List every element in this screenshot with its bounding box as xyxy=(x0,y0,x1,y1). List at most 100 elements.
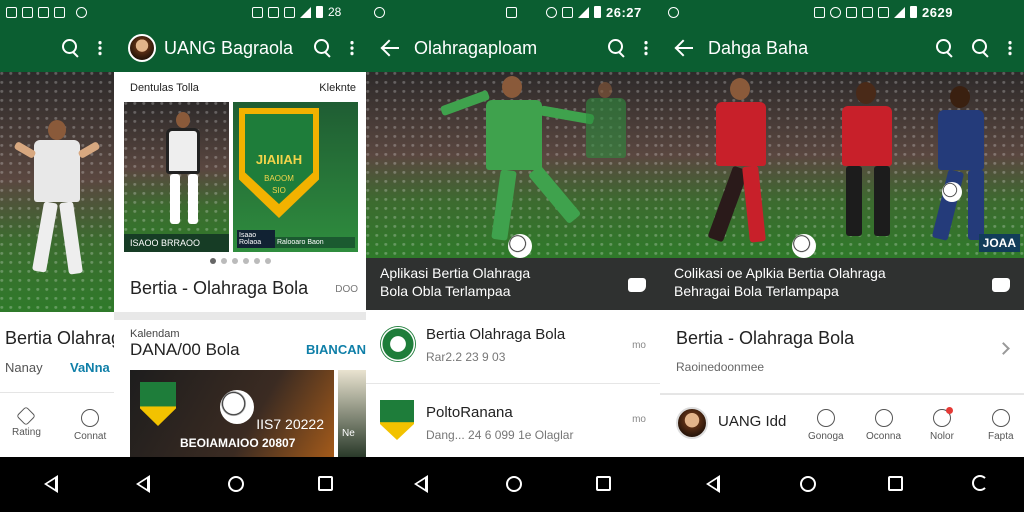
section-card[interactable]: Kalendam DANA/00 Bola BIANCAN IIS7 20222… xyxy=(114,320,366,457)
crest-sub: BAOOM xyxy=(264,174,294,183)
section-kicker: Kalendam xyxy=(130,328,180,340)
divider xyxy=(114,312,366,320)
more-options-icon[interactable] xyxy=(1008,40,1012,56)
nav-oconna[interactable]: Oconna xyxy=(866,409,901,442)
nav-gonoga[interactable]: Gonoga xyxy=(808,409,844,442)
notification-icon xyxy=(54,6,65,18)
app-bar: Dahga Baha xyxy=(660,24,1024,72)
extension-icon[interactable] xyxy=(992,278,1010,292)
more-options-icon[interactable] xyxy=(98,40,102,56)
status-icons-2: 28 xyxy=(252,0,341,24)
recents-icon[interactable] xyxy=(318,476,333,491)
location-icon xyxy=(374,6,385,18)
nav-label: Nolor xyxy=(930,431,954,442)
search-icon[interactable] xyxy=(62,39,80,57)
nav-label: Gonoga xyxy=(808,431,844,442)
back-icon[interactable] xyxy=(44,475,58,493)
home-icon[interactable] xyxy=(506,476,522,492)
more-options-icon[interactable] xyxy=(644,40,648,56)
home-icon[interactable] xyxy=(800,476,816,492)
back-arrow-icon[interactable] xyxy=(382,41,400,55)
extension-icon[interactable] xyxy=(628,278,646,292)
status-icons-5 xyxy=(668,0,679,24)
location-icon xyxy=(668,6,679,18)
nav-fapta[interactable]: Fapta xyxy=(988,409,1014,442)
list-item-subtitle: Dang... 24 6 099 1e Olaglar xyxy=(426,428,574,442)
club-badge-image: JIAIIAH BAOOM SIO Isaao Rolaoa Ralooaro … xyxy=(233,102,358,252)
back-icon[interactable] xyxy=(136,475,150,493)
card-label: Dentulas Tolla xyxy=(130,82,199,94)
nav-label: Fapta xyxy=(988,431,1014,442)
caption-line: Bola Obla Terlampaa xyxy=(380,283,511,299)
notification-icon xyxy=(252,6,263,18)
back-icon[interactable] xyxy=(414,475,428,493)
carousel-dots[interactable] xyxy=(114,258,366,264)
club-crest xyxy=(140,382,176,426)
back-arrow-icon[interactable] xyxy=(676,41,694,55)
profile-name: UANG Idd xyxy=(718,413,787,430)
search-icon[interactable] xyxy=(972,39,990,57)
article-row[interactable]: Bertia - Olahraga Bola Raoinedoonmee xyxy=(660,310,1024,394)
caption-line: Aplikasi Bertia Olahraga xyxy=(380,265,531,281)
wifi-icon xyxy=(830,6,841,18)
app-title: UANG Bagraola xyxy=(164,37,294,58)
notification-icon xyxy=(6,6,17,18)
notification-icon xyxy=(506,6,517,18)
avatar[interactable] xyxy=(676,407,708,439)
back-icon[interactable] xyxy=(706,475,720,493)
hero-image[interactable] xyxy=(366,72,660,258)
article-source-link[interactable]: VaNna xyxy=(70,360,110,375)
chevron-right-icon[interactable] xyxy=(997,342,1010,355)
home-icon[interactable] xyxy=(228,476,244,492)
ball xyxy=(792,234,816,258)
nav-rating[interactable]: Rating xyxy=(12,406,41,438)
hero-image[interactable] xyxy=(0,72,114,312)
hero-caption[interactable]: Colikasi oe Aplkia Bertia Olahraga Behra… xyxy=(660,258,1024,310)
profile-icon xyxy=(991,409,1010,427)
avatar[interactable] xyxy=(128,34,156,62)
rotate-icon[interactable] xyxy=(972,475,988,491)
system-nav-bar xyxy=(0,457,1024,512)
screen-2: UANG Bagraola Dentulas Tolla Kleknte ISA… xyxy=(114,24,366,457)
notification-icon xyxy=(268,6,279,18)
nav-label: Connat xyxy=(74,431,107,442)
status-bar: 28 26:27 2629 xyxy=(0,0,1024,24)
music-icon xyxy=(874,409,893,427)
player-figure xyxy=(810,82,920,252)
article-meta: Nanay xyxy=(5,360,43,375)
search-icon[interactable] xyxy=(608,39,626,57)
notification-icon xyxy=(814,6,825,18)
search-icon[interactable] xyxy=(314,39,332,57)
location-icon xyxy=(76,6,87,18)
wifi-icon xyxy=(546,6,557,18)
section-link[interactable]: BIANCAN xyxy=(306,342,366,357)
signal-icon xyxy=(578,6,589,18)
crest-sub: SIO xyxy=(272,186,286,195)
crest-text: JIAIIAH xyxy=(255,152,303,167)
list-item-subtitle: Rar2.2 23 9 03 xyxy=(426,350,506,364)
search-icon[interactable] xyxy=(936,39,954,57)
hero-image[interactable]: JOAA xyxy=(660,72,1024,258)
screen-4: Dahga Baha JOAA Colikasi oe Aplkia Berti… xyxy=(660,24,1024,457)
player-figure xyxy=(154,112,214,232)
article-card[interactable]: Bertia Olahraga Nanay VaNna xyxy=(0,312,114,392)
player-figure xyxy=(10,120,105,310)
more-options-icon[interactable] xyxy=(350,40,354,56)
list-item[interactable]: PoltoRanana Dang... 24 6 099 1e Olaglar … xyxy=(366,384,660,457)
list-item[interactable]: Bertia Olahraga Bola Rar2.2 23 9 03 mo xyxy=(366,310,660,384)
player-figure xyxy=(916,86,1006,256)
recents-icon[interactable] xyxy=(888,476,903,491)
screen-3: Olahragaploam Aplikasi Bertia Olahraga B… xyxy=(366,24,660,457)
nav-nolor[interactable]: Nolor xyxy=(930,407,954,442)
recents-icon[interactable] xyxy=(596,476,611,491)
hero-caption[interactable]: Aplikasi Bertia Olahraga Bola Obla Terla… xyxy=(366,258,660,310)
club-crest: JIAIIAH BAOOM SIO xyxy=(239,108,319,218)
shield-icon xyxy=(81,409,100,427)
nav-connect[interactable]: Connat xyxy=(74,409,106,442)
notification-icon xyxy=(846,6,857,18)
image-caption: ISAOO BRRAOO xyxy=(124,234,229,252)
battery-icon xyxy=(910,6,917,18)
notification-icons xyxy=(6,0,87,24)
app-bar xyxy=(0,24,114,72)
featured-card[interactable]: Dentulas Tolla Kleknte ISAOO BRRAOO JIAI… xyxy=(114,72,366,312)
